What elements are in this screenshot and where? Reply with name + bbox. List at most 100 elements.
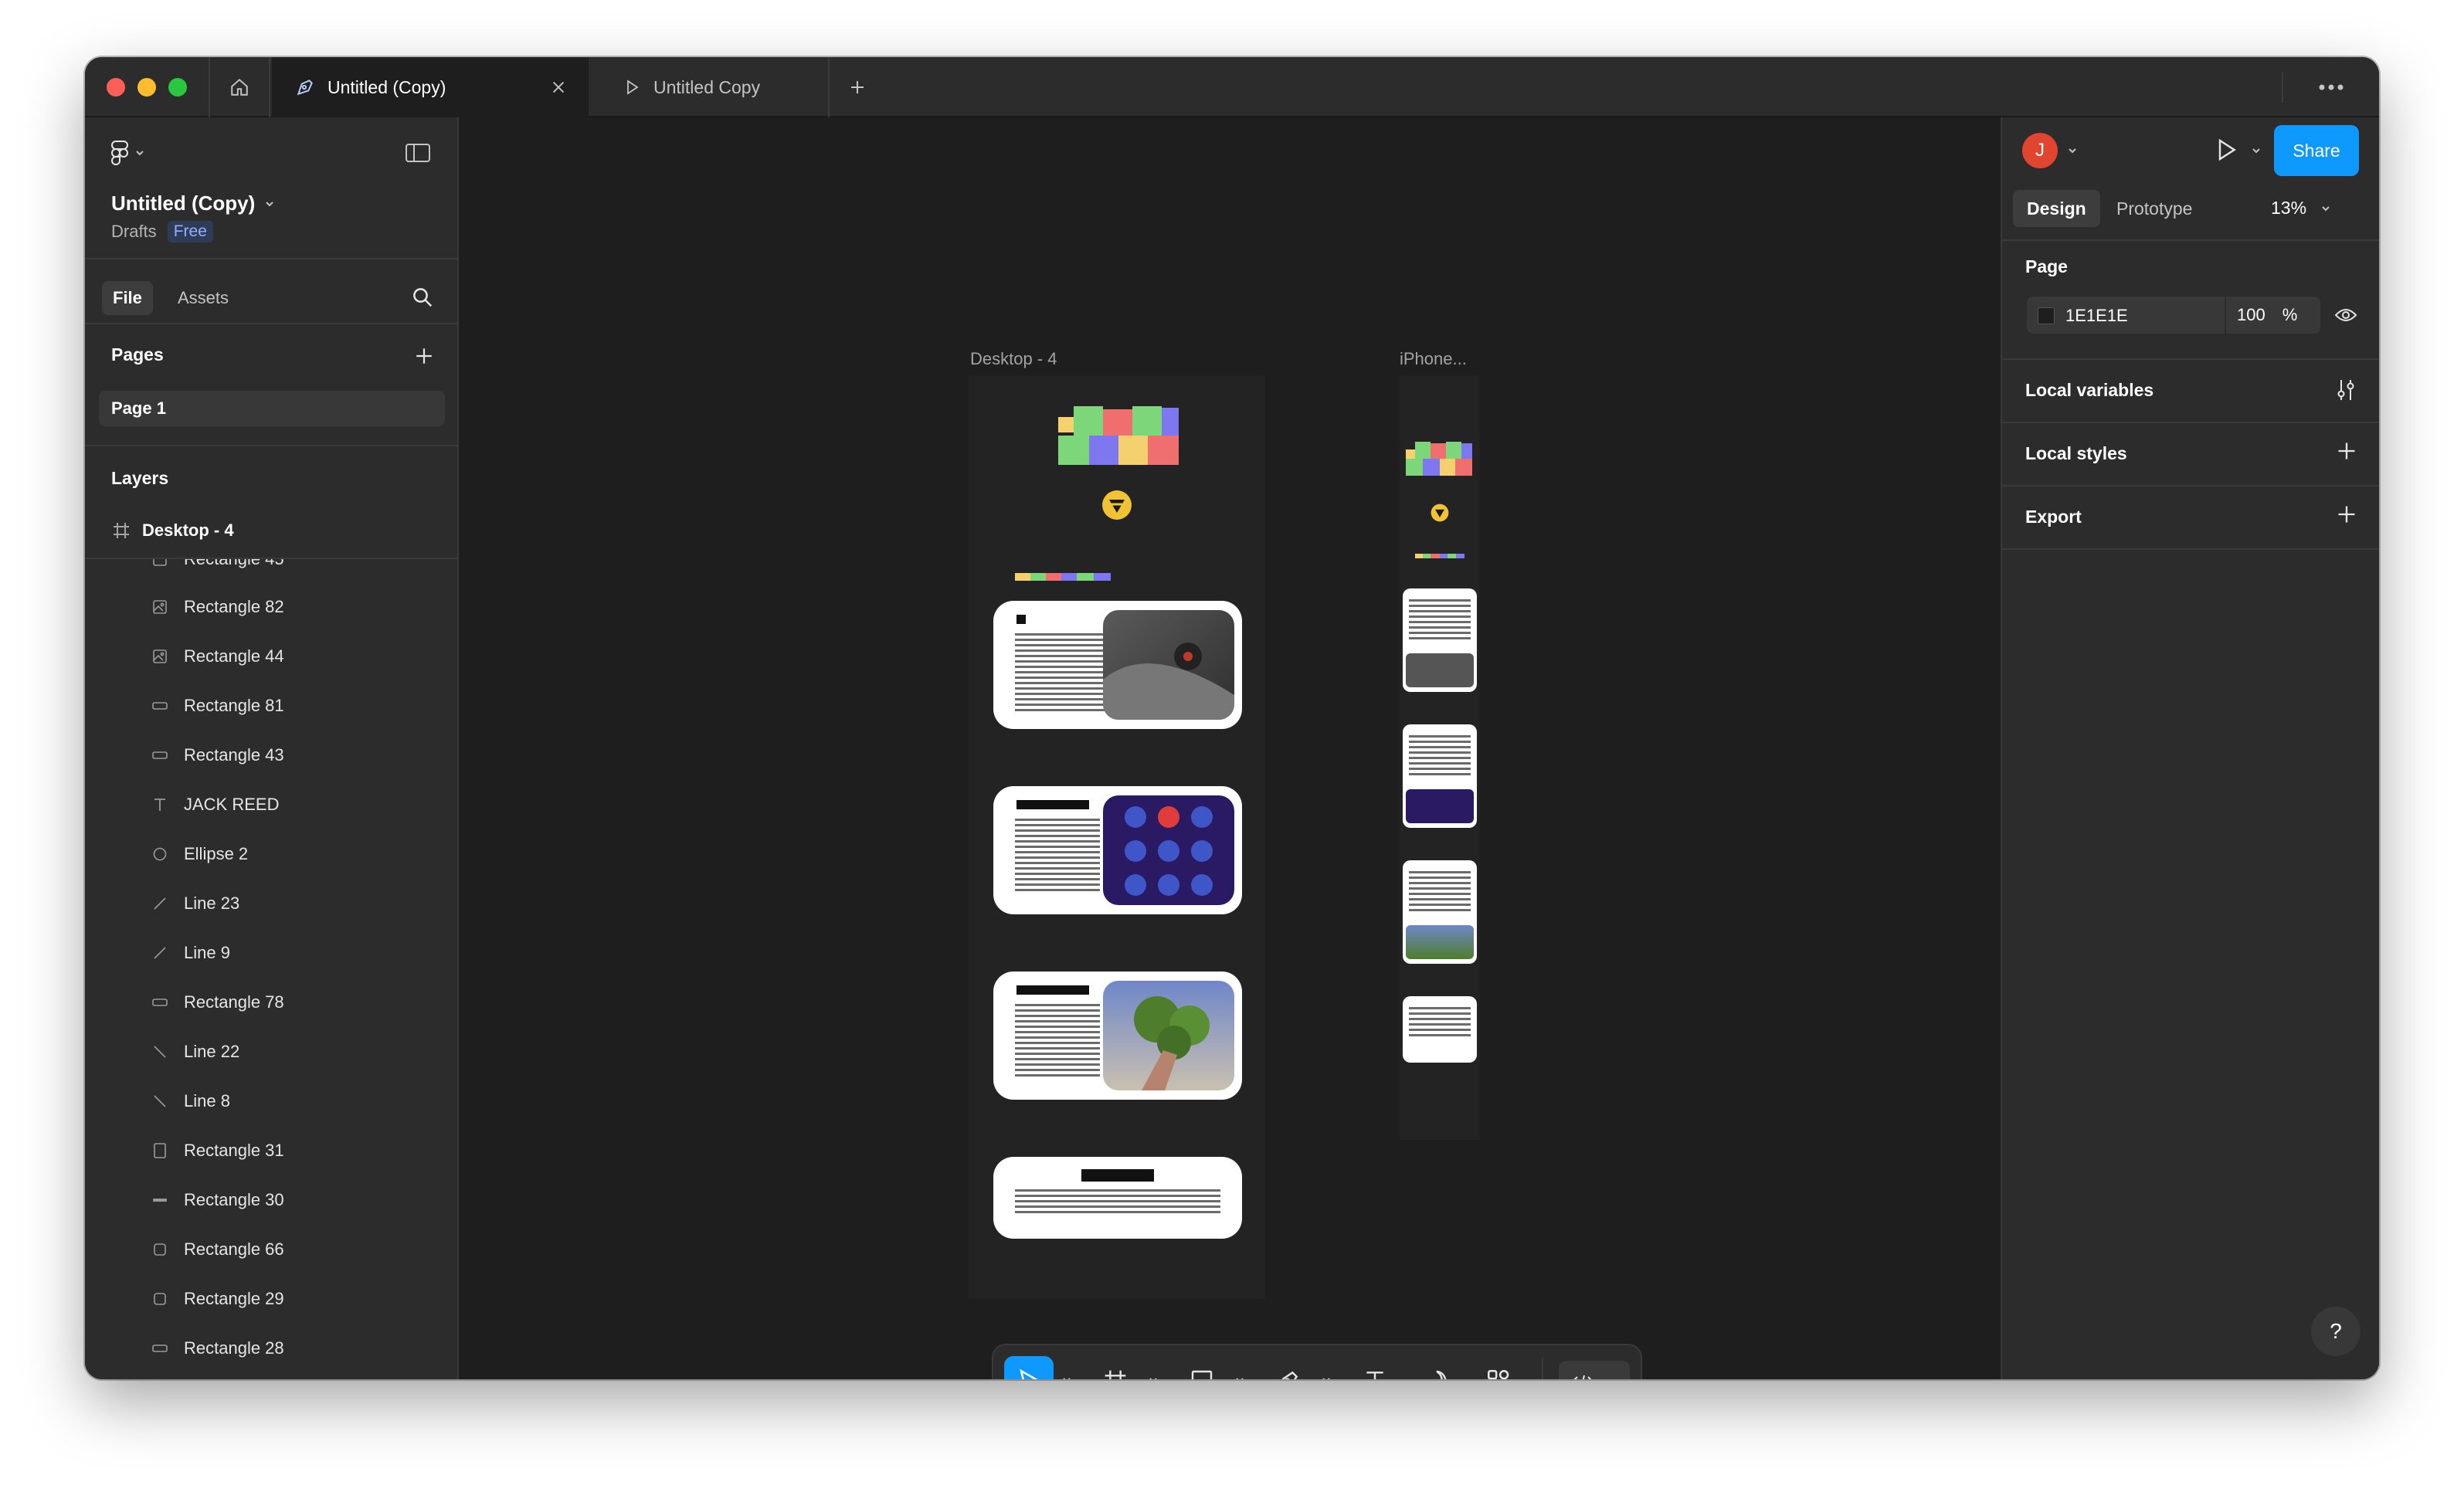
rectangle-icon xyxy=(150,1291,170,1307)
zoom-window-button[interactable] xyxy=(168,78,187,97)
add-local-style-button[interactable] xyxy=(2336,440,2357,466)
chevron-down-icon[interactable] xyxy=(1061,1375,1072,1379)
page-background-field[interactable]: 1E1E1E 100 % xyxy=(2027,297,2320,334)
tab-assets[interactable]: Assets xyxy=(167,281,239,315)
layer-item[interactable]: Line 9 xyxy=(150,938,230,968)
zoom-dropdown[interactable]: 13% xyxy=(2271,198,2331,219)
layer-item[interactable]: Line 22 xyxy=(150,1036,239,1067)
layer-item[interactable]: Line 23 xyxy=(150,888,239,919)
dev-mode-toggle[interactable] xyxy=(1559,1361,1630,1379)
file-title-button[interactable]: Untitled (Copy) xyxy=(111,192,275,215)
layer-label: Line 8 xyxy=(184,1091,230,1111)
layer-item[interactable]: Rectangle 44 xyxy=(150,641,284,672)
opacity-field[interactable]: 100 % xyxy=(2225,297,2320,334)
local-variables-button[interactable] xyxy=(2336,378,2356,405)
layer-item[interactable]: Rectangle 66 xyxy=(150,1234,284,1265)
frame-desktop-4[interactable] xyxy=(969,375,1265,1299)
local-styles-label[interactable]: Local styles xyxy=(2025,443,2127,464)
layer-item[interactable]: Rectangle 43 xyxy=(150,740,284,771)
page-section-heading: Page xyxy=(2025,256,2068,276)
content-card-3[interactable] xyxy=(993,971,1242,1100)
frame-label-iphone[interactable]: iPhone... xyxy=(1400,349,1467,369)
frame-icon xyxy=(1105,1370,1126,1379)
canvas[interactable]: Desktop - 4 iPhone... xyxy=(459,117,2001,1379)
pen-tool-button[interactable] xyxy=(1270,1362,1307,1379)
toggle-visibility-button[interactable] xyxy=(2334,306,2357,328)
tab-design[interactable]: Design xyxy=(2013,190,2100,227)
main-menu-button[interactable] xyxy=(111,141,145,165)
help-button[interactable]: ? xyxy=(2311,1307,2360,1356)
share-button[interactable]: Share xyxy=(2274,125,2359,176)
text-tool-button[interactable] xyxy=(1356,1362,1393,1379)
search-layers-button[interactable] xyxy=(411,286,434,313)
user-avatar[interactable]: J xyxy=(2022,133,2058,168)
comment-icon xyxy=(1436,1370,1447,1379)
content-card-2[interactable] xyxy=(993,786,1242,914)
color-blocks-logo xyxy=(1058,406,1179,465)
right-sidebar: J Share Design Prototype 13% Page 1E1E1E… xyxy=(2001,117,2379,1379)
layer-item[interactable]: JACK REED xyxy=(150,789,279,820)
minimize-window-button[interactable] xyxy=(137,78,156,97)
layer-item[interactable]: Rectangle 30 xyxy=(150,1185,284,1216)
tab-prototype[interactable]: Prototype xyxy=(2103,190,2206,227)
tab-untitled-copy-prototype[interactable]: Untitled Copy xyxy=(590,57,830,117)
card-image-1 xyxy=(1103,610,1234,720)
bottom-toolbar xyxy=(992,1344,1642,1379)
layer-item[interactable]: Rectangle 78 xyxy=(150,987,284,1018)
mobile-card-3[interactable] xyxy=(1403,860,1477,964)
layer-item[interactable]: Rectangle 82 xyxy=(150,592,284,622)
add-page-button[interactable] xyxy=(414,346,434,370)
local-variables-label[interactable]: Local variables xyxy=(2025,380,2153,401)
export-label[interactable]: Export xyxy=(2025,507,2082,527)
image-icon xyxy=(150,559,170,567)
layer-item[interactable]: Rectangle 28 xyxy=(150,1333,284,1364)
actions-tool-button[interactable] xyxy=(1480,1362,1517,1379)
new-tab-button[interactable] xyxy=(842,72,873,103)
tab-untitled-copy-active[interactable]: Untitled (Copy) xyxy=(272,57,589,117)
chevron-down-icon[interactable] xyxy=(1148,1375,1159,1379)
plus-icon xyxy=(416,348,432,364)
comment-tool-button[interactable] xyxy=(1418,1362,1455,1379)
present-button[interactable] xyxy=(2214,137,2238,166)
content-card-4[interactable] xyxy=(993,1157,1242,1239)
frame-tool-button[interactable] xyxy=(1097,1362,1134,1379)
layer-item[interactable]: Rectangle 31 xyxy=(150,1135,284,1166)
add-export-button[interactable] xyxy=(2336,504,2357,529)
shape-tool-button[interactable] xyxy=(1183,1362,1220,1379)
page-item-page-1[interactable]: Page 1 xyxy=(99,391,445,426)
layer-item[interactable]: Rectangle 29 xyxy=(150,1283,284,1314)
home-button[interactable] xyxy=(209,57,270,117)
layer-item[interactable]: Ellipse 2 xyxy=(150,839,248,870)
layer-frame-desktop-4[interactable]: Desktop - 4 xyxy=(113,521,234,541)
layer-item[interactable]: Rectangle 81 xyxy=(150,690,284,721)
layer-label: Rectangle 28 xyxy=(184,1338,284,1358)
chevron-down-icon xyxy=(266,201,274,206)
frame-iphone[interactable] xyxy=(1400,375,1480,1140)
image-icon xyxy=(150,649,170,664)
rectangle-icon xyxy=(150,1242,170,1257)
tab-file[interactable]: File xyxy=(102,281,153,315)
chevron-down-icon[interactable] xyxy=(2251,145,2262,156)
toggle-sidebar-button[interactable] xyxy=(405,142,431,168)
mobile-card-4[interactable] xyxy=(1403,996,1477,1063)
mobile-card-1[interactable] xyxy=(1403,588,1477,692)
layer-item[interactable]: Line 8 xyxy=(150,1086,230,1117)
close-tab-icon[interactable] xyxy=(547,76,570,99)
mobile-card-2[interactable] xyxy=(1403,724,1477,828)
toolbar-divider xyxy=(1542,1358,1543,1379)
chevron-down-icon[interactable] xyxy=(2067,145,2078,156)
layer-item[interactable]: Rectangle 45 xyxy=(150,559,284,575)
layer-label: JACK REED xyxy=(184,795,280,814)
content-card-1[interactable] xyxy=(993,601,1242,729)
layer-label: Rectangle 78 xyxy=(184,992,284,1012)
page-color-hex[interactable]: 1E1E1E xyxy=(2065,306,2128,326)
close-window-button[interactable] xyxy=(107,78,125,97)
rectangle-wide-icon xyxy=(150,998,170,1007)
move-tool-button[interactable] xyxy=(1004,1356,1054,1379)
file-location-link[interactable]: Drafts xyxy=(111,222,157,242)
color-swatch[interactable] xyxy=(2038,307,2055,324)
chevron-down-icon[interactable] xyxy=(1321,1375,1332,1379)
frame-label-desktop[interactable]: Desktop - 4 xyxy=(970,349,1057,369)
more-options-button[interactable] xyxy=(2282,72,2356,103)
chevron-down-icon[interactable] xyxy=(1234,1375,1245,1379)
